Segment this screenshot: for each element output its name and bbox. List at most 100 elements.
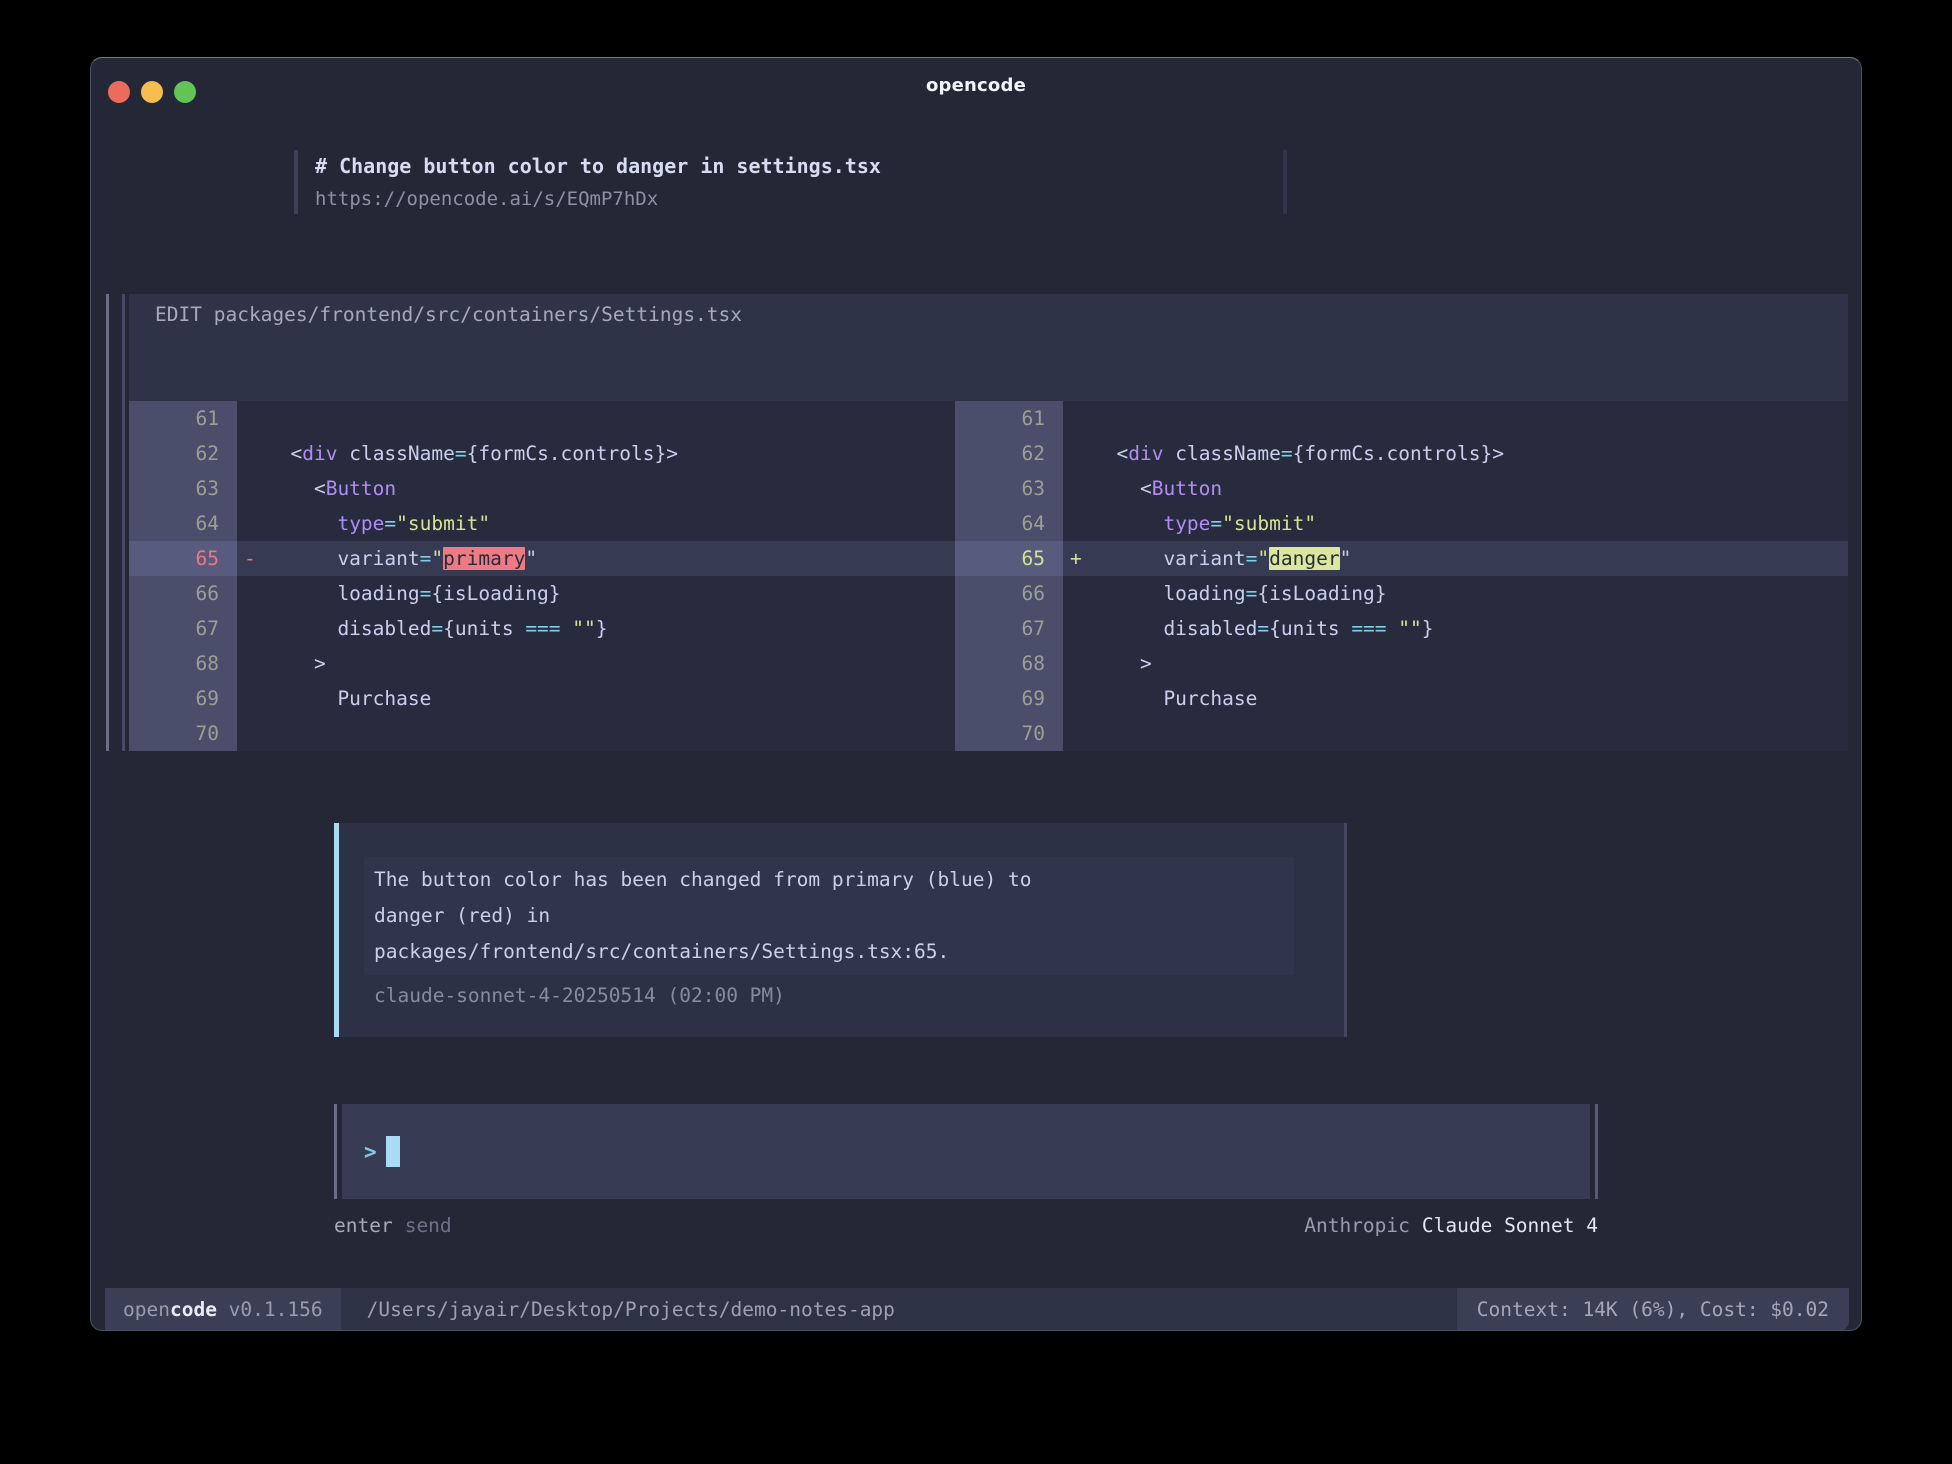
code-token: " xyxy=(431,547,443,570)
quote-right-bar xyxy=(1283,150,1287,214)
code-token xyxy=(1093,512,1163,535)
app-name-suffix: code xyxy=(170,1298,217,1321)
code-token: disabled xyxy=(1093,617,1257,640)
code-token: = xyxy=(455,442,467,465)
diff-marker-left xyxy=(237,576,267,611)
diff-marker-right: + xyxy=(1063,541,1093,576)
diff-marker-right xyxy=(1063,716,1093,751)
code-token: className xyxy=(337,442,454,465)
code-line-left xyxy=(267,716,955,751)
code-token: Purchase xyxy=(267,687,431,710)
code-token: = xyxy=(431,617,443,640)
code-token: "submit" xyxy=(1222,512,1316,535)
code-token: > xyxy=(267,652,326,675)
code-line-right: > xyxy=(1093,646,1848,681)
code-line-right: loading={isLoading} xyxy=(1093,576,1848,611)
diff-row: 63 <Button63 <Button xyxy=(129,471,1848,506)
line-number-right: 69 xyxy=(955,681,1063,716)
diff-marker-left xyxy=(237,646,267,681)
code-token: disabled xyxy=(267,617,431,640)
line-number-left: 63 xyxy=(129,471,237,506)
code-token: = xyxy=(420,547,432,570)
code-line-left: Purchase xyxy=(267,681,955,716)
line-number-right: 63 xyxy=(955,471,1063,506)
code-line-right xyxy=(1093,716,1848,751)
code-token: < xyxy=(1093,442,1128,465)
code-token: loading xyxy=(267,582,420,605)
diff-marker-left xyxy=(237,401,267,436)
diff-marker-left xyxy=(237,506,267,541)
edit-file-path: packages/frontend/src/containers/Setting… xyxy=(214,303,742,326)
code-token xyxy=(1387,617,1399,640)
diff-row: 64 type="submit"64 type="submit" xyxy=(129,506,1848,541)
diff-row: 6161 xyxy=(129,401,1848,436)
diff-marker-left xyxy=(237,611,267,646)
code-token: variant xyxy=(1093,547,1246,570)
message-line: packages/frontend/src/containers/Setting… xyxy=(374,934,1284,970)
message-body: The button color has been changed from p… xyxy=(364,857,1314,1014)
code-line-left: <div className={formCs.controls}> xyxy=(267,436,955,471)
line-number-left: 61 xyxy=(129,401,237,436)
code-line-left: disabled={units === ""} xyxy=(267,611,955,646)
code-line-left: loading={isLoading} xyxy=(267,576,955,611)
code-token: {units xyxy=(1269,617,1351,640)
scrollbar-track[interactable] xyxy=(106,294,109,751)
diff-marker-left xyxy=(237,681,267,716)
diff-marker-right xyxy=(1063,471,1093,506)
code-token xyxy=(561,617,573,640)
code-token: < xyxy=(1093,477,1152,500)
line-number-right: 67 xyxy=(955,611,1063,646)
diff-row: 65- variant="primary"65+ variant="danger… xyxy=(129,541,1848,576)
code-token: > xyxy=(1093,652,1152,675)
code-token: " xyxy=(525,547,537,570)
hint-action-label: send xyxy=(405,1214,452,1237)
input-right-edge xyxy=(1595,1104,1598,1199)
diff-row: 70 70 xyxy=(129,716,1848,751)
diff-marker-left: - xyxy=(237,541,267,576)
diff-row: 69 Purchase69 Purchase xyxy=(129,681,1848,716)
code-token: "" xyxy=(572,617,595,640)
diff-row: 67 disabled={units === ""}67 disabled={u… xyxy=(129,611,1848,646)
line-number-left: 66 xyxy=(129,576,237,611)
code-token: } xyxy=(1422,617,1434,640)
working-directory: /Users/jayair/Desktop/Projects/demo-note… xyxy=(341,1288,1457,1331)
code-token: "" xyxy=(1398,617,1421,640)
message-input[interactable]: > xyxy=(342,1104,1590,1199)
code-line-right xyxy=(1093,401,1848,436)
line-number-left: 68 xyxy=(129,646,237,681)
text-cursor xyxy=(386,1136,400,1167)
line-number-right: 66 xyxy=(955,576,1063,611)
line-number-left: 67 xyxy=(129,611,237,646)
code-token: className xyxy=(1163,442,1280,465)
code-token: = xyxy=(1246,582,1258,605)
code-token: {units xyxy=(443,617,525,640)
code-token: === xyxy=(525,617,560,640)
line-number-right: 70 xyxy=(955,716,1063,751)
code-token: Purchase xyxy=(1093,687,1257,710)
input-hints-row: entersend AnthropicClaude Sonnet 4 xyxy=(334,1214,1598,1237)
edit-diff-panel: EDIT packages/frontend/src/containers/Se… xyxy=(106,294,1848,751)
line-number-right: 65 xyxy=(955,541,1063,576)
message-meta: claude-sonnet-4-20250514 (02:00 PM) xyxy=(374,978,1314,1014)
message-accent-bar xyxy=(334,823,339,1037)
status-bar: opencode v0.1.156 /Users/jayair/Desktop/… xyxy=(105,1288,1849,1331)
diff-marker-left xyxy=(237,471,267,506)
code-line-left: <Button xyxy=(267,471,955,506)
model-name: Claude Sonnet 4 xyxy=(1422,1214,1598,1237)
edit-spacer xyxy=(202,303,214,326)
code-line-left: type="submit" xyxy=(267,506,955,541)
code-token: } xyxy=(596,617,608,640)
share-url[interactable]: https://opencode.ai/s/EQmP7hDx xyxy=(315,188,658,210)
code-token: " xyxy=(1257,547,1269,570)
send-hint: entersend xyxy=(334,1214,452,1237)
code-token: = xyxy=(1246,547,1258,570)
code-token: type xyxy=(1163,512,1210,535)
code-token: = xyxy=(420,582,432,605)
scrollbar-thumb[interactable] xyxy=(122,294,125,751)
line-number-left: 70 xyxy=(129,716,237,751)
code-token: " xyxy=(1340,547,1352,570)
line-number-right: 68 xyxy=(955,646,1063,681)
message-line: danger (red) in xyxy=(374,898,1284,934)
message-line: The button color has been changed from p… xyxy=(374,862,1284,898)
edit-header: EDIT packages/frontend/src/containers/Se… xyxy=(129,294,1848,401)
